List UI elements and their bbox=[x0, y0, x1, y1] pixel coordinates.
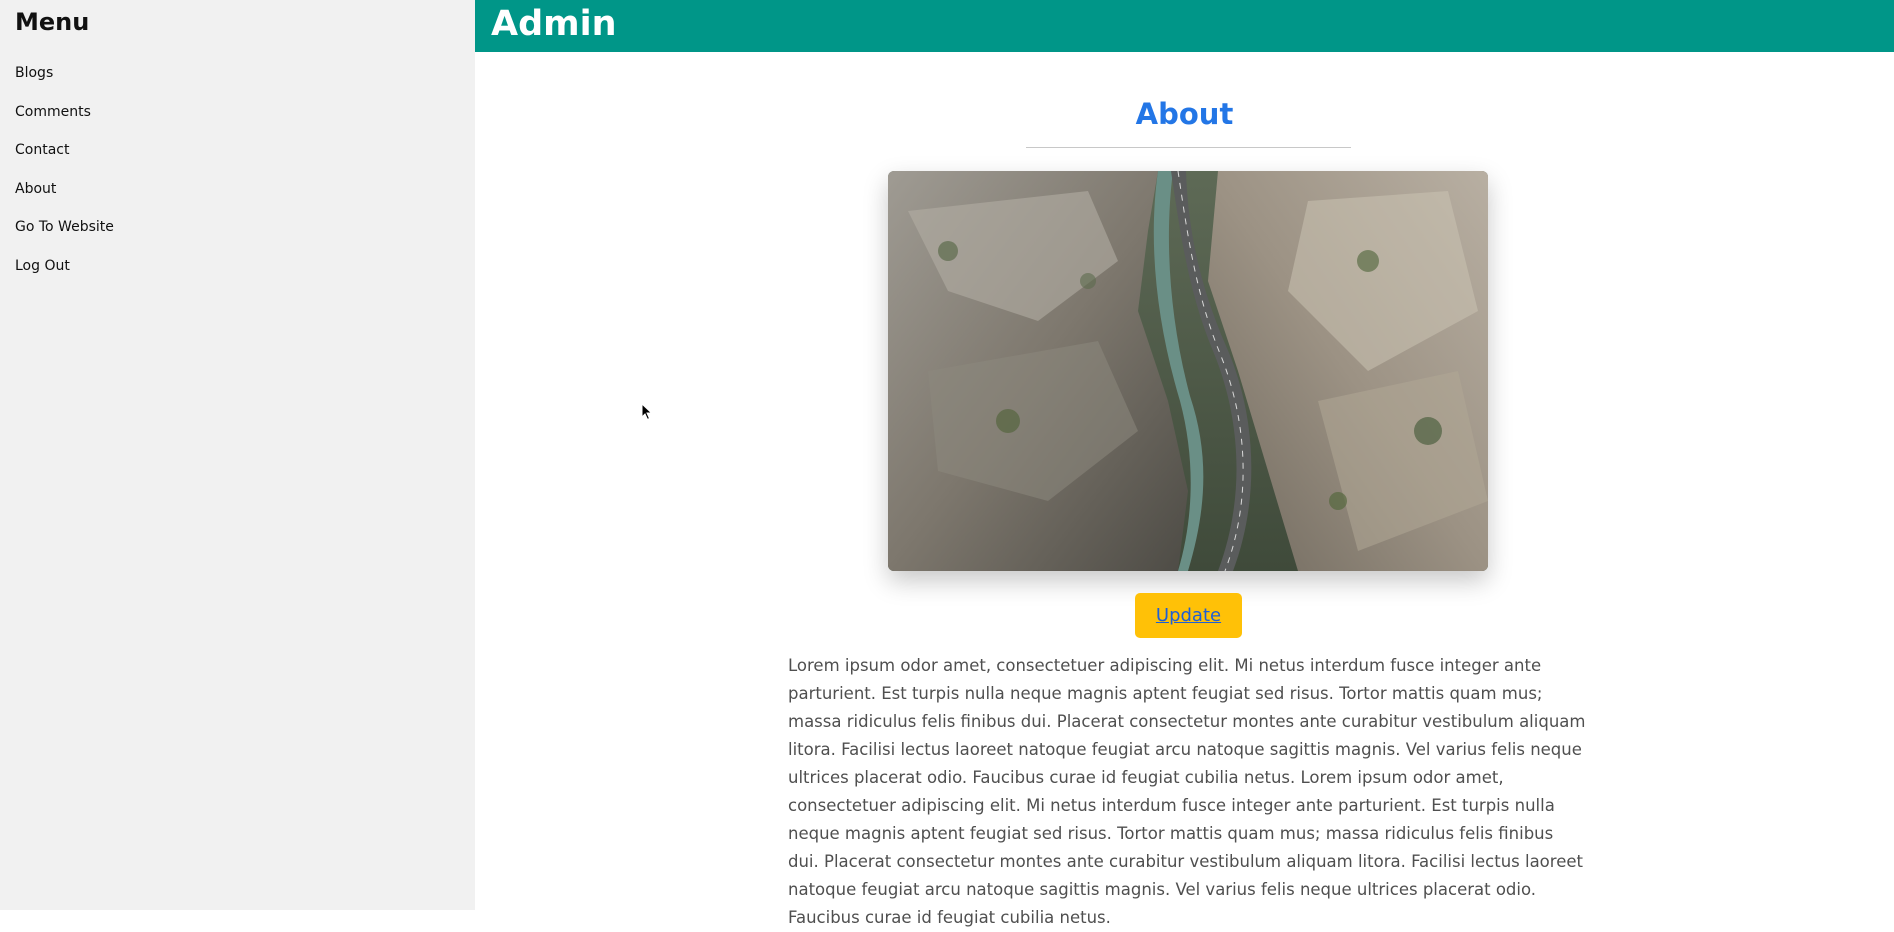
sidebar-item-go-to-website[interactable]: Go To Website bbox=[15, 216, 114, 255]
sidebar-item-blogs[interactable]: Blogs bbox=[15, 62, 114, 101]
sidebar-nav: Blogs Comments Contact About Go To Websi… bbox=[15, 62, 114, 293]
sidebar: Menu Blogs Comments Contact About Go To … bbox=[0, 0, 475, 910]
about-body-text: Lorem ipsum odor amet, consectetuer adip… bbox=[788, 656, 1586, 927]
mouse-pointer-icon bbox=[641, 403, 653, 421]
title-divider bbox=[1026, 147, 1351, 148]
sidebar-item-comments[interactable]: Comments bbox=[15, 101, 114, 140]
menu-title: Menu bbox=[15, 8, 90, 36]
top-header: Admin bbox=[475, 0, 1894, 52]
main-content: About Update Lorem ipsum odor amet, cons… bbox=[475, 52, 1894, 927]
page-title: About bbox=[1135, 97, 1234, 131]
update-button[interactable]: Update bbox=[1135, 593, 1242, 638]
sidebar-item-log-out[interactable]: Log Out bbox=[15, 255, 114, 294]
sidebar-item-contact[interactable]: Contact bbox=[15, 139, 114, 178]
sidebar-item-about[interactable]: About bbox=[15, 178, 114, 217]
header-title: Admin bbox=[491, 4, 617, 44]
about-image bbox=[888, 171, 1488, 571]
